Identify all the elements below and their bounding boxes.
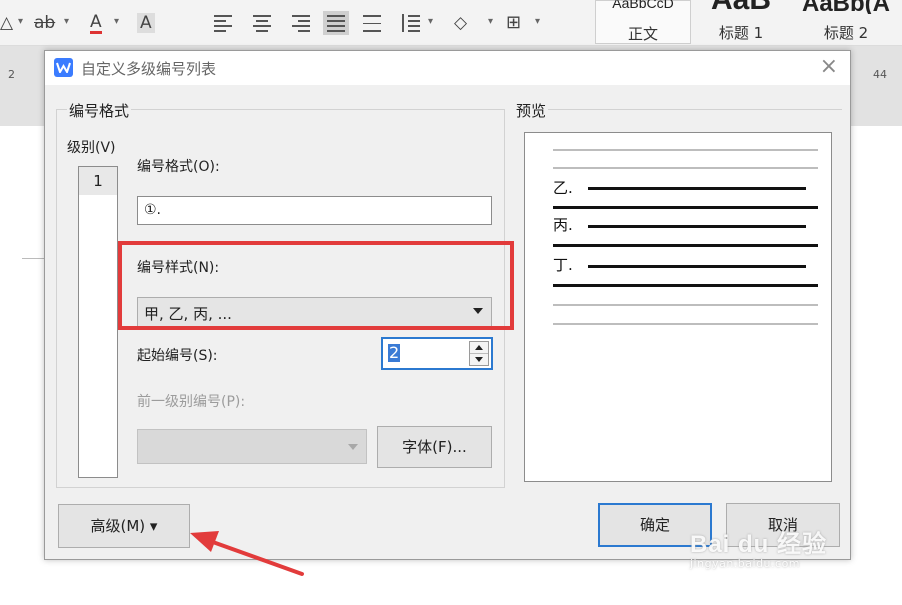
ruler-number: 2 [8, 68, 15, 81]
up-arrow-icon [475, 345, 483, 350]
preview-number: 乙. [553, 179, 573, 197]
preview-line [588, 225, 806, 228]
preview-line [588, 265, 806, 268]
start-number-label: 起始编号(S): [137, 348, 218, 364]
preview-group-label: 预览 [514, 100, 549, 121]
number-format-input[interactable]: ①. [137, 196, 492, 225]
level-list[interactable]: 1 [78, 166, 118, 478]
baidu-watermark: Bai du 经验 jingyan.baidu.com [690, 524, 827, 570]
multilevel-list-dialog: 自定义多级编号列表 × 编号格式 级别(V) 1 编号格式(O): ①. 编号样… [44, 50, 851, 560]
distribute-icon[interactable] [362, 14, 382, 32]
line-spacing-icon[interactable] [400, 14, 420, 32]
dropdown-arrow-icon [348, 444, 358, 450]
chevron-down-icon[interactable]: ▾ [64, 16, 69, 27]
number-format-group-label: 编号格式 [67, 100, 132, 121]
chevron-down-icon[interactable]: ▾ [114, 16, 119, 27]
border-icon[interactable]: ⊞ [506, 13, 521, 33]
preview-line [553, 206, 818, 209]
preview-line [553, 149, 818, 151]
preview-line [553, 284, 818, 287]
highlight-annotation [118, 241, 514, 330]
spin-down-button[interactable] [470, 354, 488, 366]
down-arrow-icon [475, 357, 483, 362]
style-heading-1[interactable]: AaB 标题 1 [696, 0, 786, 44]
chevron-down-icon[interactable]: ▾ [428, 16, 433, 27]
prev-level-select [137, 429, 367, 464]
advanced-button[interactable]: 高级(M) ▾ [58, 504, 190, 548]
preview-line [588, 187, 806, 190]
watermark-brand: Bai du 经验 [690, 531, 828, 558]
align-right-icon[interactable] [290, 14, 310, 32]
preview-number: 丁. [553, 256, 573, 274]
dialog-titlebar[interactable]: 自定义多级编号列表 × [45, 51, 850, 85]
font-color-icon[interactable]: A [90, 13, 102, 34]
align-left-icon[interactable] [214, 14, 234, 32]
font-button[interactable]: 字体(F)... [377, 426, 492, 468]
preview-number: 丙. [553, 216, 573, 234]
style-normal[interactable]: AaBbCcD 正文 [595, 0, 691, 44]
paint-bucket-icon[interactable]: ◇ [454, 13, 467, 33]
start-number-spinner[interactable]: 2 [381, 337, 493, 370]
ribbon-toolbar: △ ▾ ab ▾ A ▾ A ▾ ◇ ▾ ⊞ ▾ AaBbCcD 正文 AaB … [0, 0, 902, 46]
spinner-buttons [469, 341, 489, 366]
chevron-down-icon[interactable]: ▾ [18, 16, 23, 27]
preview-line [553, 244, 818, 247]
preview-line [553, 304, 818, 306]
preview-group: 预览 [514, 100, 842, 121]
chevron-down-icon[interactable]: ▾ [535, 16, 540, 27]
document-margin-line [22, 258, 44, 259]
preview-box: 乙. 丙. 丁. [524, 132, 832, 482]
ruler-number: 44 [873, 68, 887, 81]
prev-level-label: 前一级别编号(P): [137, 394, 246, 410]
style-heading-2[interactable]: AaBb(A 标题 2 [790, 0, 902, 44]
level-label: 级别(V) [67, 140, 116, 156]
wps-logo-icon [54, 58, 73, 77]
preview-line [553, 167, 818, 169]
start-number-value[interactable]: 2 [388, 344, 401, 362]
dialog-title: 自定义多级编号列表 [81, 60, 217, 78]
justify-icon[interactable] [323, 11, 349, 35]
preview-line [553, 323, 818, 325]
char-shading-icon[interactable]: A [137, 13, 155, 33]
text-effect-icon[interactable]: △ [0, 13, 13, 33]
spin-up-button[interactable] [470, 342, 488, 354]
level-item[interactable]: 1 [79, 167, 117, 195]
align-center-icon[interactable] [252, 14, 272, 32]
chevron-down-icon[interactable]: ▾ [488, 16, 493, 27]
format-label: 编号格式(O): [137, 159, 220, 175]
strikethrough-icon[interactable]: ab [34, 13, 55, 33]
close-icon[interactable]: × [820, 55, 838, 79]
